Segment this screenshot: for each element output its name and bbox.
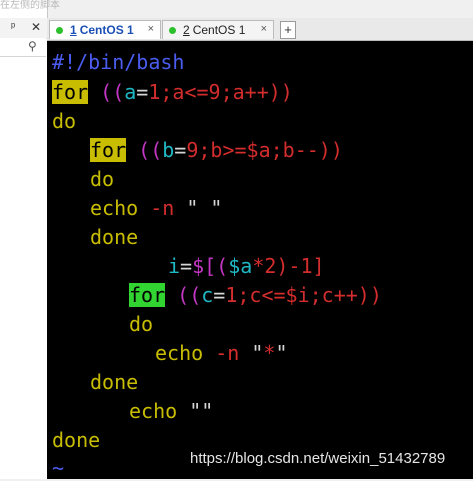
shebang-line: #!/bin/bash <box>52 50 185 74</box>
code-line-7: i=$[($a*2)-1] <box>168 254 325 278</box>
session-tab-bar: 1 CentOS 1 × 2 CentOS 1 × + <box>47 18 473 41</box>
close-icon[interactable]: ✕ <box>31 20 41 34</box>
session-side-panel: 在左侧的脚本按钮。 ᵖ ✕ ⚲ <box>0 0 60 479</box>
code-line-2: do <box>52 109 77 133</box>
search-icon[interactable]: ⚲ <box>28 39 37 53</box>
csdn-watermark: https://blog.csdn.net/weixin_51432789 <box>190 450 446 467</box>
connected-status-icon <box>169 26 176 34</box>
code-line-4: do <box>90 167 115 191</box>
tab-label: CentOS 1 <box>79 23 134 37</box>
code-line-5: echo -n " " <box>90 196 223 220</box>
tab-centos-1[interactable]: 1 CentOS 1 × <box>49 20 161 39</box>
tab-number: 2 <box>183 23 190 37</box>
terminal-output[interactable]: #!/bin/bash for ((a=1;a<=9;a++)) do for … <box>47 41 473 480</box>
new-tab-button[interactable]: + <box>280 21 296 39</box>
tab-label: CentOS 1 <box>192 23 246 37</box>
tab-number: 1 <box>70 23 77 37</box>
code-line-6: done <box>90 225 139 249</box>
side-panel-search[interactable]: ⚲ <box>0 38 46 57</box>
code-line-1: for ((a=1;a<=9;a++)) <box>52 80 293 104</box>
code-line-8: for ((c=1;c<=$i;c++)) <box>129 283 382 307</box>
code-line-3: for ((b=9;b>=$a;b--)) <box>90 138 343 162</box>
tab-centos-1-second[interactable]: 2 CentOS 1 × <box>162 20 274 39</box>
code-line-9: do <box>129 312 154 336</box>
pin-icon[interactable]: ᵖ <box>11 21 15 33</box>
connected-status-icon <box>56 26 63 34</box>
side-panel-hint: 在左侧的脚本按钮。 <box>0 0 60 10</box>
side-panel-toolbar: ᵖ ✕ <box>0 18 47 39</box>
tab-close-icon[interactable]: × <box>148 23 154 35</box>
empty-line-tilde: ~ <box>52 456 65 480</box>
code-line-11: done <box>90 370 139 394</box>
code-line-12: echo "" <box>129 399 214 423</box>
tab-close-icon[interactable]: × <box>261 23 267 35</box>
code-line-13: done <box>52 428 101 452</box>
code-line-10: echo -n "*" <box>155 341 288 365</box>
